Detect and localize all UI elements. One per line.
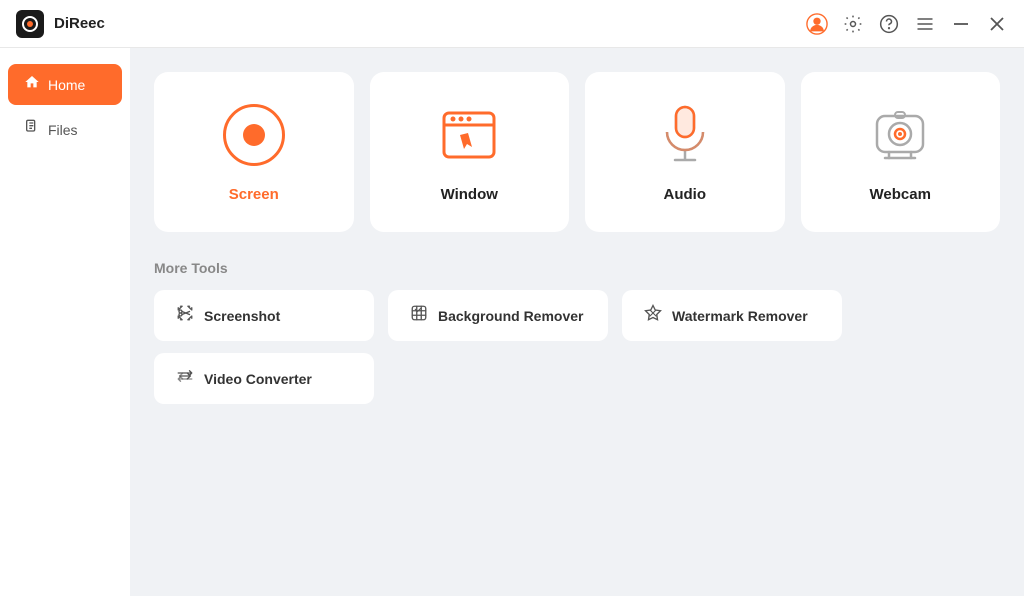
help-icon[interactable] (878, 13, 900, 35)
recording-cards-row: Screen Window (154, 72, 1000, 232)
webcam-card-icon (865, 100, 935, 170)
audio-card-icon (650, 100, 720, 170)
sidebar-home-label: Home (48, 77, 85, 93)
sidebar-item-home[interactable]: Home (8, 64, 122, 105)
watermark-remover-label: Watermark Remover (672, 308, 808, 324)
app-logo-dot (27, 21, 33, 27)
video-converter-label: Video Converter (204, 371, 312, 387)
watermark-remover-button[interactable]: Watermark Remover (622, 290, 842, 341)
titlebar-left: DiReec (16, 10, 105, 38)
close-button[interactable] (986, 13, 1008, 35)
app-logo-inner (22, 16, 38, 32)
menu-icon[interactable] (914, 13, 936, 35)
background-remover-label: Background Remover (438, 308, 583, 324)
app-name: DiReec (54, 15, 105, 32)
window-card[interactable]: Window (370, 72, 570, 232)
sidebar: Home Files (0, 48, 130, 596)
video-converter-button[interactable]: Video Converter (154, 353, 374, 404)
webcam-icon (869, 106, 931, 164)
minimize-button[interactable] (950, 13, 972, 35)
titlebar: DiReec (0, 0, 1024, 48)
watermark-remover-icon (644, 304, 662, 327)
tools-grid: Screenshot (154, 290, 1000, 404)
background-remover-button[interactable]: Background Remover (388, 290, 608, 341)
background-remover-icon (410, 304, 428, 327)
screen-card[interactable]: Screen (154, 72, 354, 232)
files-icon (24, 119, 40, 140)
tools-row-2: Video Converter (154, 353, 1000, 404)
screen-card-label: Screen (229, 186, 279, 203)
screen-card-icon (219, 100, 289, 170)
window-card-label: Window (441, 186, 498, 203)
home-icon (24, 74, 40, 95)
audio-card-label: Audio (664, 186, 707, 203)
tools-row-1: Screenshot (154, 290, 1000, 341)
window-card-icon (434, 100, 504, 170)
video-converter-icon (176, 367, 194, 390)
webcam-card-label: Webcam (870, 186, 931, 203)
screen-record-icon (223, 104, 285, 166)
sidebar-item-files[interactable]: Files (8, 109, 122, 150)
webcam-card[interactable]: Webcam (801, 72, 1001, 232)
screenshot-label: Screenshot (204, 308, 280, 324)
main-layout: Home Files Screen (0, 48, 1024, 596)
screen-record-dot (243, 124, 265, 146)
sidebar-files-label: Files (48, 122, 78, 138)
audio-card[interactable]: Audio (585, 72, 785, 232)
more-tools-section: More Tools (154, 260, 1000, 404)
window-icon (440, 109, 498, 161)
user-icon[interactable] (806, 13, 828, 35)
content-area: Screen Window (130, 48, 1024, 596)
screenshot-icon (176, 304, 194, 327)
app-logo (16, 10, 44, 38)
settings-icon[interactable] (842, 13, 864, 35)
titlebar-controls (806, 13, 1008, 35)
audio-microphone-icon (659, 104, 711, 166)
more-tools-label: More Tools (154, 260, 1000, 276)
screenshot-button[interactable]: Screenshot (154, 290, 374, 341)
